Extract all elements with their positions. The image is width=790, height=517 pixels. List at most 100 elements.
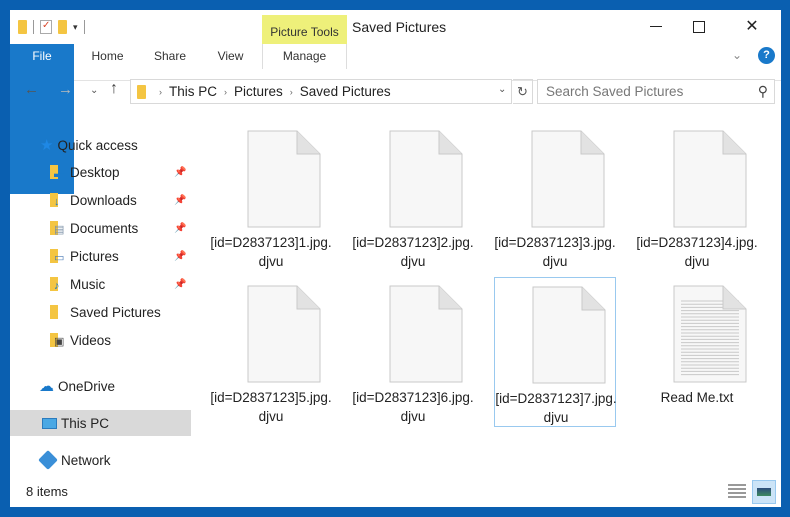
tab-manage[interactable]: Manage [262,44,347,69]
sidebar-item-network[interactable]: Network [10,447,191,473]
file-name: [id=D2837123]1.jpg.djvu [210,235,332,269]
tab-view[interactable]: View [208,44,253,69]
breadcrumb-saved-pictures[interactable]: Saved Pictures [300,84,391,99]
pin-icon[interactable]: 📌 [174,223,186,234]
folder-icon [137,84,146,99]
properties-icon[interactable] [40,20,52,34]
tab-share[interactable]: Share [145,44,195,69]
blank-file-icon [247,285,321,383]
sidebar-item-label: Saved Pictures [70,304,161,320]
pin-icon[interactable]: 📌 [174,251,186,262]
sidebar-item-label: Quick access [57,137,138,153]
sidebar-item-music[interactable]: ♪ Music 📌 [10,271,191,297]
sidebar-item-label: Pictures [70,248,119,264]
file-item[interactable]: [id=D2837123]4.jpg.djvu [636,122,758,272]
back-button[interactable]: ← [24,81,39,98]
file-item[interactable]: Read Me.txt [636,277,758,427]
blank-file-icon [247,130,321,228]
sidebar-item-label: Downloads [70,192,137,208]
sidebar-item-label: Music [70,276,106,292]
file-item[interactable]: [id=D2837123]5.jpg.djvu [210,277,332,427]
file-item[interactable]: [id=D2837123]1.jpg.djvu [210,122,332,272]
onedrive-cloud-icon: ☁ [39,378,54,395]
file-item[interactable]: [id=D2837123]6.jpg.djvu [352,277,474,427]
documents-folder-icon: ▤ [50,220,66,236]
blank-file-icon [531,130,605,228]
downloads-folder-icon: ↓ [50,192,66,208]
address-dropdown-button[interactable]: ⌄ [498,84,506,95]
details-view-button[interactable] [728,484,746,500]
pin-icon[interactable]: 📌 [174,195,186,206]
maximize-button[interactable] [679,15,719,39]
file-name: [id=D2837123]3.jpg.djvu [494,235,616,269]
file-item[interactable]: [id=D2837123]3.jpg.djvu [494,122,616,272]
expand-ribbon-chevron-icon[interactable]: ⌄ [732,48,742,62]
sidebar-item-documents[interactable]: ▤ Documents 📌 [10,215,191,241]
sidebar-item-label: Network [61,452,111,468]
sidebar-item-label: Documents [70,220,139,236]
sidebar-item-quick-access[interactable]: ★ Quick access [10,132,191,158]
sidebar-item-downloads[interactable]: ↓ Downloads 📌 [10,187,191,213]
tab-home[interactable]: Home [80,44,135,69]
sidebar-item-onedrive[interactable]: ☁ OneDrive [10,373,191,399]
file-explorer-window: ▾ Picture Tools Saved Pictures ✕ File Ho… [10,10,781,507]
file-name: [id=D2837123]7.jpg.djvu [495,391,617,425]
forward-button[interactable]: → [58,81,73,98]
picture-tools-context-label: Picture Tools [262,15,347,44]
music-folder-icon: ♪ [50,276,66,292]
sidebar-item-label: Videos [70,332,112,348]
address-bar[interactable]: › This PC › Pictures › Saved Pictures [130,79,512,104]
navigation-pane: ★ Quick access ▬ Desktop 📌 ↓ Downloads 📌… [10,125,191,475]
network-icon [38,450,58,470]
blank-file-icon [532,286,606,384]
search-input[interactable]: Search Saved Pictures ⚲ [537,79,775,104]
new-folder-icon[interactable] [58,20,67,34]
folder-icon[interactable] [18,20,27,34]
sidebar-item-this-pc[interactable]: This PC [10,410,191,436]
ribbon: File Home Share View Manage ⌄ ? [10,44,781,194]
pin-icon[interactable]: 📌 [174,279,186,290]
file-item[interactable]: [id=D2837123]7.jpg.djvu [494,277,617,427]
recent-locations-button[interactable]: ⌄ [90,85,98,96]
separator [83,20,85,34]
search-icon[interactable]: ⚲ [758,80,768,103]
breadcrumb-pictures[interactable]: Pictures [234,84,283,99]
sidebar-item-pictures[interactable]: ▭ Pictures 📌 [10,243,191,269]
window-title: Saved Pictures [352,19,447,35]
sidebar-item-videos[interactable]: ▣ Videos [10,327,191,353]
help-button[interactable]: ? [758,47,775,64]
minimize-button[interactable] [636,15,676,39]
large-icons-view-button[interactable] [752,480,776,504]
refresh-button[interactable]: ↻ [513,79,533,104]
status-item-count: 8 items [26,484,68,499]
file-name: [id=D2837123]6.jpg.djvu [352,390,474,424]
title-bar: ▾ Picture Tools Saved Pictures ✕ [10,10,781,44]
up-button[interactable]: ↑ [110,80,118,98]
file-name: [id=D2837123]5.jpg.djvu [210,390,332,424]
maximize-icon [693,20,705,33]
breadcrumb-this-pc[interactable]: This PC [169,84,217,99]
computer-icon [42,417,57,429]
sidebar-item-label: Desktop [70,164,120,180]
file-list: [id=D2837123]1.jpg.djvu [id=D2837123]2.j… [195,122,781,477]
file-name: Read Me.txt [660,390,734,405]
breadcrumb-separator[interactable]: › [224,87,227,97]
breadcrumb-separator[interactable]: › [290,87,293,97]
blank-file-icon [673,130,747,228]
minimize-icon [650,26,662,28]
navigation-bar: ← → ⌄ ↑ › This PC › Pictures › Saved Pic… [10,77,781,107]
folder-icon [50,304,66,320]
text-file-icon [673,285,747,383]
pin-icon[interactable]: 📌 [174,167,186,178]
file-name: [id=D2837123]4.jpg.djvu [636,235,758,269]
customize-toolbar-dropdown[interactable]: ▾ [73,22,78,33]
desktop-folder-icon: ▬ [50,164,66,180]
blank-file-icon [389,130,463,228]
file-name: [id=D2837123]2.jpg.djvu [352,235,474,269]
breadcrumb-separator[interactable]: › [159,87,162,97]
file-item[interactable]: [id=D2837123]2.jpg.djvu [352,122,474,272]
close-button[interactable]: ✕ [732,15,772,39]
sidebar-item-saved-pictures[interactable]: Saved Pictures [10,299,191,325]
star-icon: ★ [40,137,54,154]
sidebar-item-desktop[interactable]: ▬ Desktop 📌 [10,159,191,185]
